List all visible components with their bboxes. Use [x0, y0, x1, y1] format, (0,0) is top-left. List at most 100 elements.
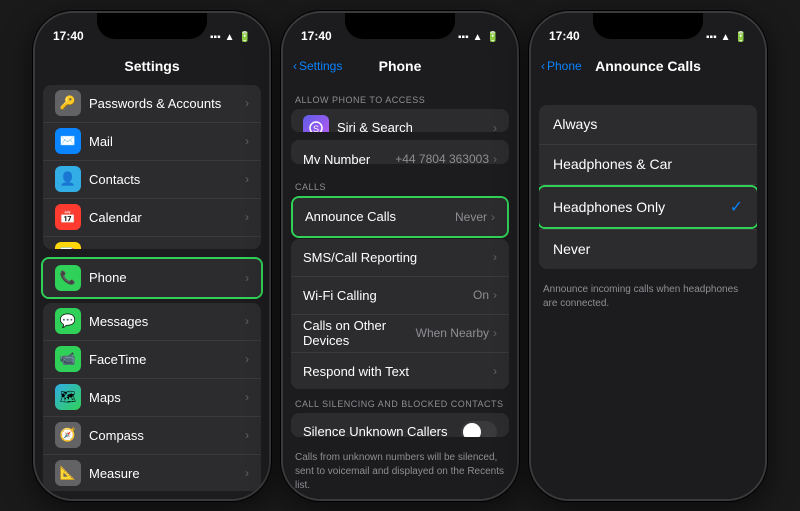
wifi-icon-1: ▲ — [225, 32, 235, 43]
back-button-2[interactable]: ‹ Settings — [293, 59, 342, 73]
compass-item[interactable]: 🧭 Compass › — [43, 417, 261, 455]
compass-label: Compass — [89, 428, 245, 443]
silence-section-header: CALL SILENCING AND BLOCKED CONTACTS — [283, 389, 517, 413]
silence-toggle[interactable] — [461, 421, 497, 437]
announce-item[interactable]: Announce Calls Never › — [293, 198, 507, 236]
phone-2: 17:40 ▪▪▪ ▲ 🔋 ‹ Settings Phone ALLOW PHO… — [281, 11, 519, 501]
back-chevron-2: ‹ — [293, 59, 297, 73]
spacer — [531, 85, 765, 105]
phone-item-highlighted[interactable]: 📞 Phone › — [41, 257, 263, 299]
notes-item[interactable]: 📝 Notes › — [43, 237, 261, 249]
siri-label: Siri & Search — [337, 120, 493, 132]
messages-item[interactable]: 💬 Messages › — [43, 303, 261, 341]
notch-2 — [345, 13, 455, 39]
calls-section-header: CALLS — [283, 172, 517, 196]
passwords-item[interactable]: 🔑 Passwords & Accounts › — [43, 85, 261, 123]
maps-item[interactable]: 🗺 Maps › — [43, 379, 261, 417]
measure-item[interactable]: 📐 Measure › — [43, 455, 261, 491]
always-label: Always — [553, 116, 743, 132]
never-option[interactable]: Never — [539, 229, 757, 269]
screen-2: 17:40 ▪▪▪ ▲ 🔋 ‹ Settings Phone ALLOW PHO… — [283, 13, 517, 499]
other-devices-item[interactable]: Calls on Other Devices When Nearby › — [291, 315, 509, 353]
headphones-only-option[interactable]: Headphones Only ✓ — [539, 187, 757, 227]
svg-text:S: S — [313, 124, 319, 133]
mail-chevron: › — [245, 134, 249, 148]
status-icons-2: ▪▪▪ ▲ 🔋 — [458, 32, 499, 43]
silence-item[interactable]: Silence Unknown Callers — [291, 413, 509, 437]
announce-value: Never — [455, 210, 487, 224]
headphones-only-label: Headphones Only — [553, 199, 730, 215]
calendar-label: Calendar — [89, 210, 245, 225]
siri-chevron: › — [493, 121, 497, 133]
silence-group: Silence Unknown Callers — [291, 413, 509, 437]
maps-label: Maps — [89, 390, 245, 405]
phone-label: Phone — [89, 270, 245, 285]
announce-content: Always Headphones & Car Headphones Only … — [531, 85, 765, 499]
wifi-calling-chevron: › — [493, 288, 497, 302]
battery-icon-3: 🔋 — [735, 32, 747, 43]
siri-icon: S — [303, 115, 329, 133]
settings-list: 🔑 Passwords & Accounts › ✉️ Mail › 👤 Con… — [35, 85, 269, 499]
messages-label: Messages — [89, 314, 245, 329]
announce-highlight[interactable]: Announce Calls Never › — [291, 196, 509, 238]
wifi-icon-3: ▲ — [721, 32, 731, 43]
wifi-calling-item[interactable]: Wi-Fi Calling On › — [291, 277, 509, 315]
notch-1 — [97, 13, 207, 39]
sms-label: SMS/Call Reporting — [303, 250, 493, 265]
contacts-item[interactable]: 👤 Contacts › — [43, 161, 261, 199]
passwords-chevron: › — [245, 96, 249, 110]
messages-icon: 💬 — [55, 308, 81, 334]
allow-section-header: ALLOW PHONE TO ACCESS — [283, 85, 517, 109]
contacts-label: Contacts — [89, 172, 245, 187]
headphones-only-checkmark: ✓ — [730, 197, 743, 217]
settings-group: 🔑 Passwords & Accounts › ✉️ Mail › 👤 Con… — [43, 85, 261, 249]
settings-group-2: 💬 Messages › 📹 FaceTime › 🗺 Maps › 🧭 Com… — [43, 303, 261, 491]
mail-icon: ✉️ — [55, 128, 81, 154]
headphones-only-highlight[interactable]: Headphones Only ✓ — [539, 185, 757, 229]
nav-bar-2: ‹ Settings Phone — [283, 47, 517, 85]
passwords-label: Passwords & Accounts — [89, 96, 245, 111]
calls-group: Announce Calls Never › SMS/Call Reportin… — [291, 196, 509, 389]
mail-label: Mail — [89, 134, 245, 149]
compass-chevron: › — [245, 428, 249, 442]
notes-label: Notes — [89, 248, 245, 249]
mynumber-group: My Number +44 7804 363003 › — [291, 140, 509, 164]
phone-icon: 📞 — [55, 265, 81, 291]
measure-label: Measure — [89, 466, 245, 481]
always-option[interactable]: Always — [539, 105, 757, 145]
back-button-3[interactable]: ‹ Phone — [541, 59, 582, 73]
mynumber-label: My Number — [303, 152, 395, 164]
signal-icon-3: ▪▪▪ — [706, 32, 717, 43]
mail-item[interactable]: ✉️ Mail › — [43, 123, 261, 161]
notch-3 — [593, 13, 703, 39]
back-label-2: Settings — [299, 59, 342, 73]
time-1: 17:40 — [53, 29, 84, 43]
maps-chevron: › — [245, 390, 249, 404]
announce-label: Announce Calls — [305, 209, 455, 224]
nav-bar-1: Settings — [35, 47, 269, 85]
mynumber-value: +44 7804 363003 — [395, 152, 489, 164]
allow-group: S Siri & Search › — [291, 109, 509, 133]
options-group: Always Headphones & Car Headphones Only … — [539, 105, 757, 269]
siri-item[interactable]: S Siri & Search › — [291, 109, 509, 133]
calendar-item[interactable]: 📅 Calendar › — [43, 199, 261, 237]
mynumber-chevron: › — [493, 152, 497, 164]
measure-icon: 📐 — [55, 460, 81, 486]
phone-item[interactable]: 📞 Phone › — [43, 259, 261, 297]
wifi-calling-value: On — [473, 288, 489, 302]
respond-item[interactable]: Respond with Text › — [291, 353, 509, 389]
announce-page-title: Announce Calls — [595, 58, 701, 74]
never-label: Never — [553, 241, 743, 257]
phone-1: 17:40 ▪▪▪ ▲ 🔋 Settings 🔑 Passwords & Acc… — [33, 11, 271, 501]
battery-icon-1: 🔋 — [239, 32, 251, 43]
facetime-item[interactable]: 📹 FaceTime › — [43, 341, 261, 379]
headphones-car-option[interactable]: Headphones & Car — [539, 145, 757, 185]
calls-group-inner: SMS/Call Reporting › Wi-Fi Calling On › … — [291, 239, 509, 389]
sms-item[interactable]: SMS/Call Reporting › — [291, 239, 509, 277]
headphones-car-label: Headphones & Car — [553, 156, 743, 172]
status-icons-3: ▪▪▪ ▲ 🔋 — [706, 32, 747, 43]
phone-chevron: › — [245, 271, 249, 285]
mynumber-item[interactable]: My Number +44 7804 363003 › — [291, 140, 509, 164]
maps-icon: 🗺 — [55, 384, 81, 410]
announce-hint: Announce incoming calls when headphones … — [531, 277, 765, 317]
